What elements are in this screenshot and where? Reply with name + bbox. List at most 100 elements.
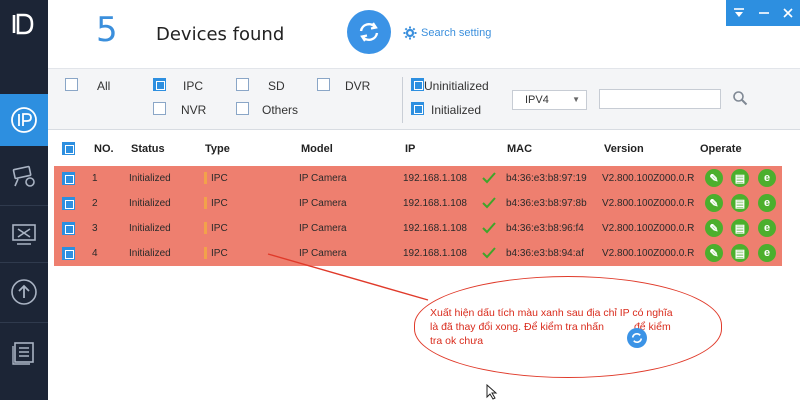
dropdown-menu-icon[interactable] bbox=[733, 8, 745, 18]
web-button[interactable]: ▤ bbox=[731, 219, 749, 237]
col-operate: Operate bbox=[700, 143, 742, 155]
header: 5 Devices found Search setting bbox=[48, 0, 800, 68]
filter-nvr-label: NVR bbox=[181, 103, 207, 117]
upgrade-icon bbox=[11, 279, 37, 305]
edit-button[interactable]: ✎ bbox=[705, 194, 723, 212]
col-mac: MAC bbox=[507, 143, 533, 155]
filter-uninitialized-label: Uninitialized bbox=[424, 79, 489, 93]
search-icon[interactable] bbox=[732, 90, 748, 106]
row-no: 1 bbox=[92, 173, 98, 184]
row-checkbox[interactable] bbox=[62, 172, 75, 185]
table-row[interactable]: 1 Initialized IPC IP Camera 192.168.1.10… bbox=[54, 166, 782, 191]
edit-button[interactable]: ✎ bbox=[705, 169, 723, 187]
ip-icon bbox=[11, 107, 37, 133]
col-status: Status bbox=[131, 143, 165, 155]
row-version: V2.800.100Z000.0.R bbox=[602, 198, 695, 209]
web-e-button[interactable]: e bbox=[758, 169, 776, 187]
sidebar-item-tools[interactable] bbox=[0, 208, 48, 260]
row-no: 3 bbox=[92, 223, 98, 234]
table-row[interactable]: 2 Initialized IPC IP Camera 192.168.1.10… bbox=[54, 191, 782, 216]
web-e-icon: e bbox=[763, 197, 771, 209]
camera-settings-icon bbox=[12, 165, 35, 187]
annotation-line-2a: là đã thay đổi xong. Để kiểm tra nhấn bbox=[430, 321, 604, 333]
row-no: 4 bbox=[92, 248, 98, 259]
sidebar-item-list[interactable] bbox=[0, 326, 48, 378]
sidebar-item-upgrade[interactable] bbox=[0, 266, 48, 318]
row-version: V2.800.100Z000.0.R bbox=[602, 173, 695, 184]
filter-dvr-label: DVR bbox=[345, 79, 371, 93]
edit-icon: ✎ bbox=[709, 197, 719, 210]
checkmark-icon bbox=[482, 197, 496, 209]
row-model: IP Camera bbox=[299, 223, 347, 234]
web-icon: ▤ bbox=[734, 247, 746, 260]
edit-icon: ✎ bbox=[709, 172, 719, 185]
row-version: V2.800.100Z000.0.R bbox=[602, 248, 695, 259]
web-button[interactable]: ▤ bbox=[731, 244, 749, 262]
col-version: Version bbox=[604, 143, 644, 155]
device-count: 5 bbox=[96, 10, 118, 50]
filter-uninitialized-checkbox[interactable] bbox=[411, 78, 424, 91]
row-model: IP Camera bbox=[299, 248, 347, 259]
row-model: IP Camera bbox=[299, 173, 347, 184]
close-icon[interactable] bbox=[783, 8, 793, 18]
edit-button[interactable]: ✎ bbox=[705, 244, 723, 262]
sidebar-item-ip[interactable] bbox=[0, 94, 48, 146]
annotation-text: Xuất hiện dấu tích màu xanh sau địa chỉ … bbox=[430, 306, 710, 348]
col-no: NO. bbox=[94, 143, 114, 155]
row-checkbox[interactable] bbox=[62, 197, 75, 210]
row-status: Initialized bbox=[129, 223, 171, 234]
web-button[interactable]: ▤ bbox=[731, 169, 749, 187]
filter-initialized-checkbox[interactable] bbox=[411, 102, 424, 115]
web-e-icon: e bbox=[763, 247, 771, 259]
checkmark-icon bbox=[482, 222, 496, 234]
row-mac: b4:36:e3:b8:97:8b bbox=[506, 198, 587, 209]
web-icon: ▤ bbox=[734, 222, 746, 235]
web-e-button[interactable]: e bbox=[758, 244, 776, 262]
refresh-button[interactable] bbox=[347, 10, 391, 54]
ip-version-value: IPV4 bbox=[525, 94, 549, 106]
edit-button[interactable]: ✎ bbox=[705, 219, 723, 237]
ip-version-select[interactable]: IPV4 ▼ bbox=[512, 90, 587, 110]
devices-found-label: Devices found bbox=[156, 24, 285, 45]
row-type: IPC bbox=[211, 173, 228, 184]
row-checkbox[interactable] bbox=[62, 247, 75, 260]
refresh-icon bbox=[359, 22, 379, 42]
filter-initialized-label: Initialized bbox=[431, 103, 482, 117]
filter-dvr-checkbox[interactable] bbox=[317, 78, 330, 91]
filter-sd-label: SD bbox=[268, 79, 285, 93]
select-all-checkbox[interactable] bbox=[62, 142, 75, 155]
list-icon bbox=[12, 342, 34, 365]
window-controls bbox=[726, 0, 800, 26]
filter-others-checkbox[interactable] bbox=[236, 102, 249, 115]
row-status: Initialized bbox=[129, 173, 171, 184]
filter-ipc-checkbox[interactable] bbox=[153, 78, 166, 91]
app-logo bbox=[0, 0, 48, 48]
checkmark-icon bbox=[482, 172, 496, 184]
row-checkbox[interactable] bbox=[62, 222, 75, 235]
filter-all-label: All bbox=[97, 79, 111, 93]
row-mac: b4:36:e3:b8:97:19 bbox=[506, 173, 587, 184]
table-row[interactable]: 4 Initialized IPC IP Camera 192.168.1.10… bbox=[54, 241, 782, 266]
mouse-cursor-icon bbox=[486, 384, 498, 400]
table-row[interactable]: 3 Initialized IPC IP Camera 192.168.1.10… bbox=[54, 216, 782, 241]
filter-nvr-checkbox[interactable] bbox=[153, 102, 166, 115]
search-setting-button[interactable]: Search setting bbox=[403, 26, 491, 40]
edit-icon: ✎ bbox=[709, 247, 719, 260]
filter-others-label: Others bbox=[262, 103, 299, 117]
row-type: IPC bbox=[211, 223, 228, 234]
sidebar-item-camera-settings[interactable] bbox=[0, 150, 48, 202]
row-type: IPC bbox=[211, 248, 228, 259]
web-e-icon: e bbox=[763, 222, 771, 234]
table-header: NO. Status Type Model IP MAC Version Ope… bbox=[48, 131, 800, 166]
web-e-button[interactable]: e bbox=[758, 219, 776, 237]
filter-sd-checkbox[interactable] bbox=[236, 78, 249, 91]
web-e-button[interactable]: e bbox=[758, 194, 776, 212]
minimize-icon[interactable] bbox=[759, 8, 769, 18]
web-button[interactable]: ▤ bbox=[731, 194, 749, 212]
gear-icon bbox=[403, 26, 417, 40]
edit-icon: ✎ bbox=[709, 222, 719, 235]
tools-icon bbox=[12, 224, 36, 245]
search-input[interactable] bbox=[599, 89, 721, 109]
filter-all-checkbox[interactable] bbox=[65, 78, 78, 91]
row-status: Initialized bbox=[129, 248, 171, 259]
